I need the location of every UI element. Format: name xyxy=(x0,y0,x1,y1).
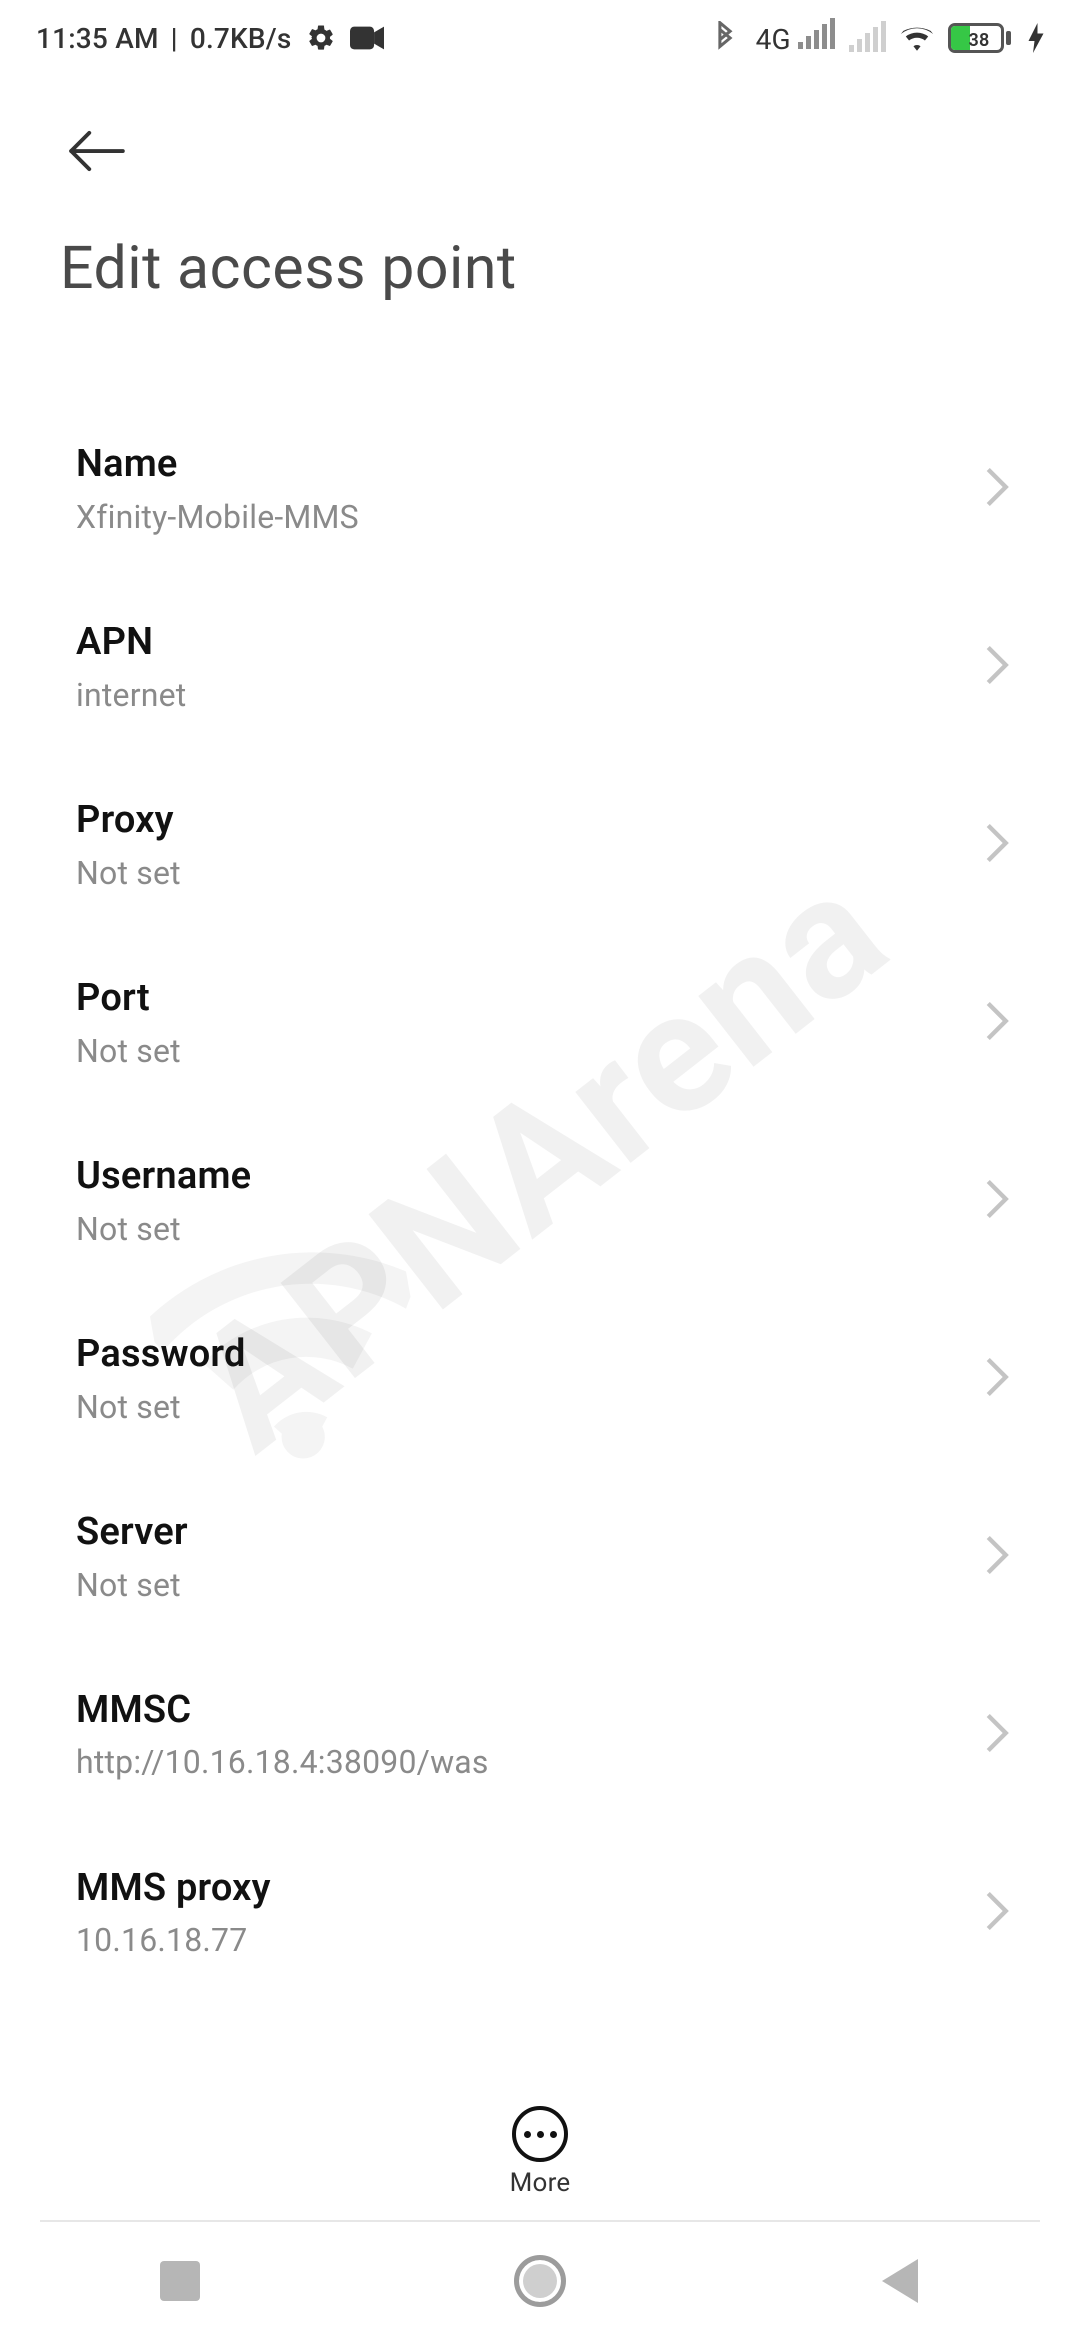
chevron-right-icon xyxy=(984,466,1010,512)
row-label: Username xyxy=(76,1154,946,1200)
row-label: Name xyxy=(76,442,946,488)
row-value: Not set xyxy=(76,854,946,892)
chevron-right-icon xyxy=(984,644,1010,690)
chevron-right-icon xyxy=(984,822,1010,868)
battery-percent: 38 xyxy=(951,26,1004,53)
row-port[interactable]: Port Not set xyxy=(76,934,1004,1112)
camera-icon xyxy=(350,21,384,55)
nav-recents-button[interactable] xyxy=(150,2251,210,2311)
back-button[interactable] xyxy=(54,108,140,194)
statusbar-right: 4G 38 xyxy=(708,21,1044,56)
row-label: MMS proxy xyxy=(76,1866,946,1912)
chevron-right-icon xyxy=(984,1178,1010,1224)
row-server[interactable]: Server Not set xyxy=(76,1468,1004,1646)
page-title: Edit access point xyxy=(60,234,1020,303)
row-username[interactable]: Username Not set xyxy=(76,1112,1004,1290)
settings-list: Name Xfinity-Mobile-MMS APN internet Pro… xyxy=(0,400,1080,2078)
row-password[interactable]: Password Not set xyxy=(76,1290,1004,1468)
row-apn[interactable]: APN internet xyxy=(76,578,1004,756)
gear-icon xyxy=(304,21,338,55)
more-label: More xyxy=(510,2168,571,2198)
signal-bars-icon xyxy=(798,21,835,49)
row-label: MMSC xyxy=(76,1688,946,1734)
status-datarate: 0.7KB/s xyxy=(190,22,292,55)
row-mmsc[interactable]: MMSC http://10.16.18.4:38090/was xyxy=(76,1646,1004,1824)
circle-icon xyxy=(514,2255,566,2307)
chevron-right-icon xyxy=(984,1712,1010,1758)
row-value: 10.16.18.77 xyxy=(76,1921,946,1959)
wifi-icon xyxy=(900,21,934,55)
row-mms-proxy[interactable]: MMS proxy 10.16.18.77 xyxy=(76,1824,1004,2002)
signal-primary: 4G xyxy=(756,21,835,56)
row-label: Port xyxy=(76,976,946,1022)
row-value: Not set xyxy=(76,1566,946,1604)
row-label: Proxy xyxy=(76,798,946,844)
chevron-right-icon xyxy=(984,1000,1010,1046)
row-label: Server xyxy=(76,1510,946,1556)
row-value: Not set xyxy=(76,1388,946,1426)
nav-home-button[interactable] xyxy=(510,2251,570,2311)
row-value: Xfinity-Mobile-MMS xyxy=(76,498,946,536)
row-proxy[interactable]: Proxy Not set xyxy=(76,756,1004,934)
row-label: APN xyxy=(76,620,946,666)
row-value: Not set xyxy=(76,1210,946,1248)
battery-icon: 38 xyxy=(948,23,1011,53)
chevron-right-icon xyxy=(984,1890,1010,1936)
more-icon xyxy=(512,2106,568,2162)
chevron-right-icon xyxy=(984,1534,1010,1580)
triangle-left-icon xyxy=(882,2259,918,2303)
status-bar: 11:35 AM | 0.7KB/s 4G 38 xyxy=(0,0,1080,76)
row-value: http://10.16.18.4:38090/was xyxy=(76,1743,946,1781)
square-icon xyxy=(160,2261,200,2301)
bluetooth-icon xyxy=(708,21,742,55)
arrow-left-icon xyxy=(66,130,128,172)
row-value: Not set xyxy=(76,1032,946,1070)
row-name[interactable]: Name Xfinity-Mobile-MMS xyxy=(76,400,1004,578)
statusbar-left: 11:35 AM | 0.7KB/s xyxy=(36,21,384,55)
system-navbar xyxy=(0,2222,1080,2340)
row-value: internet xyxy=(76,676,946,714)
more-button[interactable]: More xyxy=(0,2082,1080,2222)
chevron-right-icon xyxy=(984,1356,1010,1402)
row-label: Password xyxy=(76,1332,946,1378)
network-label: 4G xyxy=(756,23,791,56)
app-header: Edit access point xyxy=(0,100,1080,303)
status-time: 11:35 AM xyxy=(36,22,159,55)
signal-secondary-icon xyxy=(849,24,886,52)
nav-back-button[interactable] xyxy=(870,2251,930,2311)
status-sep: | xyxy=(171,22,178,55)
charging-icon xyxy=(1028,23,1044,53)
